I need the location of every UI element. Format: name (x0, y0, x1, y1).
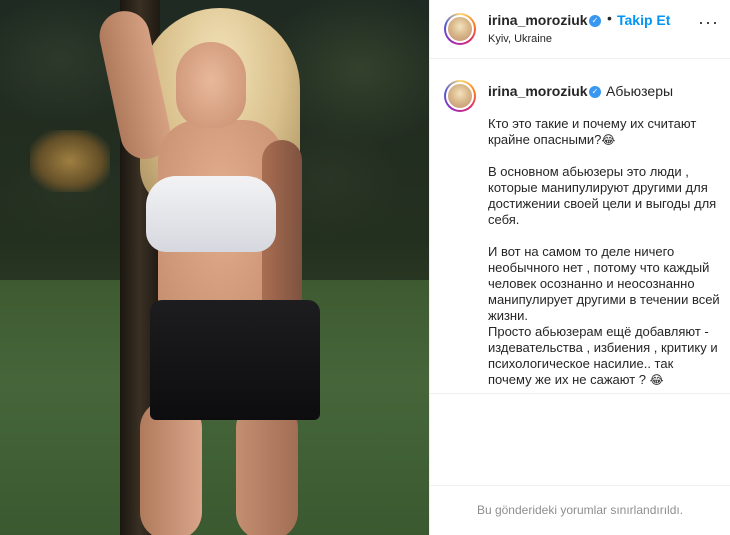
laughing-emoji-icon: 😂 (601, 133, 616, 147)
verified-badge-icon: ✓ (589, 86, 601, 98)
header-username[interactable]: irina_moroziuk (488, 12, 588, 28)
figure-white-top (146, 176, 276, 252)
caption: irina_moroziuk ✓ Абьюзеры Кто это такие … (430, 58, 730, 393)
figure-right-leg (236, 400, 298, 535)
caption-paragraph: В основном абьюзеры это люди , которые м… (488, 164, 720, 227)
follow-button[interactable]: Takip Et (617, 12, 670, 28)
divider (430, 393, 730, 394)
verified-badge-icon: ✓ (589, 15, 601, 27)
caption-paragraph: Кто это такие и почему их считают крайне… (488, 116, 700, 147)
background-light (30, 130, 110, 192)
separator-dot: • (607, 10, 612, 26)
post-side-panel: irina_moroziuk ✓ • Takip Et Kyiv, Ukrain… (430, 0, 730, 535)
figure-left-leg (140, 400, 202, 535)
ellipsis-icon[interactable]: ··· (698, 13, 719, 31)
post-header: irina_moroziuk ✓ • Takip Et Kyiv, Ukrain… (430, 0, 730, 59)
caption-avatar[interactable] (444, 80, 476, 112)
post-photo[interactable] (0, 0, 430, 535)
caption-paragraph: Просто абьюзерам ещё добавляют - издеват… (488, 324, 722, 387)
figure-face (176, 42, 246, 128)
caption-text: Кто это такие и почему их считают крайне… (488, 116, 720, 388)
laughing-emoji-icon: 😂 (649, 373, 664, 387)
comments-restricted-notice: Bu gönderideki yorumlar sınırlandırıldı. (476, 503, 684, 517)
caption-paragraph: И вот на самом то деле ничего необычного… (488, 244, 724, 323)
figure-black-shorts (150, 300, 320, 420)
caption-username[interactable]: irina_moroziuk (488, 83, 588, 99)
location-link[interactable]: Kyiv, Ukraine (488, 33, 552, 45)
avatar[interactable] (444, 13, 476, 45)
caption-title: Абьюзеры (606, 83, 674, 99)
